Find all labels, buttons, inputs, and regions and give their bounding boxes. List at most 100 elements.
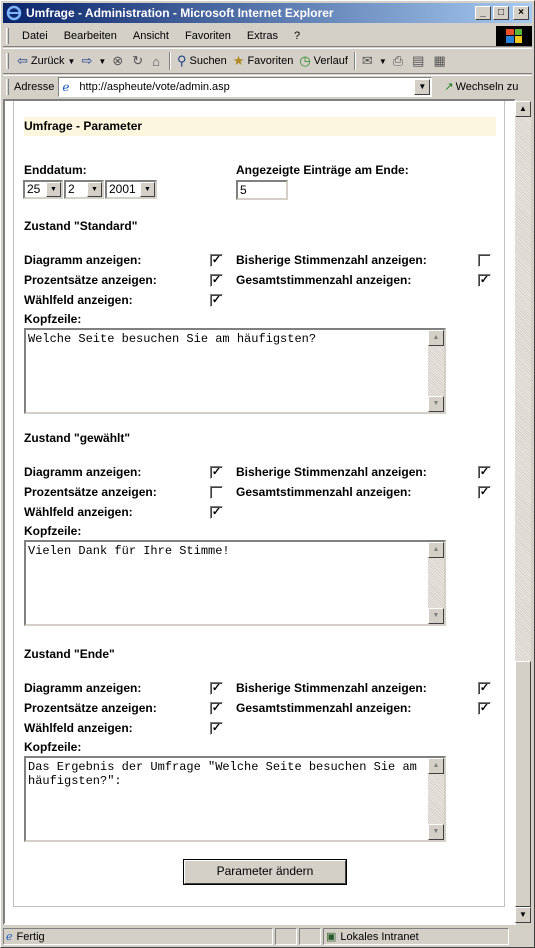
header-label: Kopfzeile: — [24, 740, 82, 754]
menu-help[interactable]: ? — [286, 30, 308, 42]
menu-tools[interactable]: Extras — [239, 30, 286, 42]
mail-icon: ✉ — [361, 53, 373, 68]
dropdown-arrow-icon[interactable]: ▼ — [68, 57, 76, 66]
intranet-icon: ▣ — [326, 931, 337, 943]
chart-label: Diagramm anzeigen: — [24, 465, 142, 479]
show-choice-checkbox-standard[interactable]: ✓ — [210, 294, 223, 307]
menu-edit[interactable]: Bearbeiten — [56, 30, 125, 42]
go-label: Wechseln zu — [455, 80, 519, 93]
percent-label: Prozentsätze anzeigen: — [24, 701, 157, 715]
header-label: Kopfzeile: — [24, 524, 82, 538]
end-day-select[interactable]: 25 ▼ — [23, 180, 63, 199]
show-total-votes-checkbox-standard[interactable]: ✓ — [478, 274, 491, 287]
end-year-select[interactable]: 2001 ▼ — [105, 180, 157, 199]
standard-toolbar: ⇦ Zurück ▼ ⇨ ▼ ⊗ ↻ ⌂ ⚲ Suchen ★ Favorite… — [3, 48, 532, 74]
show-percent-checkbox-end[interactable]: ✓ — [210, 702, 223, 715]
menu-view[interactable]: Ansicht — [125, 30, 177, 42]
scroll-down-button[interactable]: ▼ — [428, 608, 444, 624]
address-bar: Adresse ℯ http://aspheute/vote/admin.asp… — [3, 75, 532, 97]
change-parameters-button[interactable]: Parameter ändern — [184, 860, 346, 884]
show-total-votes-checkbox-end[interactable]: ✓ — [478, 702, 491, 715]
close-button[interactable]: × — [513, 6, 529, 20]
chevron-down-icon[interactable]: ▼ — [87, 182, 102, 197]
textarea-scrollbar[interactable]: ▲ ▼ — [428, 542, 444, 624]
show-choice-checkbox-end[interactable]: ✓ — [210, 722, 223, 735]
windows-logo-icon — [496, 25, 532, 46]
header-textarea-selected[interactable]: Vielen Dank für Ihre Stimme! ▲ ▼ — [24, 540, 446, 626]
scroll-down-button[interactable]: ▼ — [515, 907, 531, 923]
prev-votes-label: Bisherige Stimmenzahl anzeigen: — [236, 253, 427, 267]
stop-button[interactable]: ⊗ — [109, 50, 129, 72]
show-percent-checkbox-standard[interactable]: ✓ — [210, 274, 223, 287]
scroll-up-button[interactable]: ▲ — [428, 542, 444, 558]
forward-button[interactable]: ⇨ ▼ — [78, 50, 109, 72]
favorites-icon: ★ — [232, 53, 245, 68]
home-button[interactable]: ⌂ — [149, 50, 166, 72]
prev-votes-label: Bisherige Stimmenzahl anzeigen: — [236, 465, 427, 479]
show-chart-checkbox-end[interactable]: ✓ — [210, 682, 223, 695]
minimize-button[interactable]: _ — [475, 6, 491, 20]
history-button[interactable]: ◷ Verlauf — [296, 50, 351, 72]
entries-input[interactable]: 5 — [236, 180, 288, 200]
show-chart-checkbox-selected[interactable]: ✓ — [210, 466, 223, 479]
scroll-up-button[interactable]: ▲ — [428, 330, 444, 346]
print-button[interactable]: ⎙ — [390, 50, 409, 72]
home-icon: ⌂ — [152, 53, 160, 69]
end-day-value: 25 — [27, 182, 41, 196]
browser-window: Umfrage - Administration - Microsoft Int… — [0, 0, 535, 948]
dropdown-arrow-icon[interactable]: ▼ — [379, 57, 387, 66]
show-total-votes-checkbox-selected[interactable]: ✓ — [478, 486, 491, 499]
page-viewport: Umfrage - Parameter Enddatum: 25 ▼ 2 ▼ 2… — [3, 99, 516, 925]
address-label: Adresse — [14, 80, 55, 93]
end-month-select[interactable]: 2 ▼ — [64, 180, 104, 199]
menu-file[interactable]: Datei — [14, 30, 56, 42]
header-text: Welche Seite besuchen Sie am häufigsten? — [28, 332, 317, 346]
window-title: Umfrage - Administration - Microsoft Int… — [26, 6, 334, 20]
scroll-up-button[interactable]: ▲ — [428, 758, 444, 774]
history-icon: ◷ — [299, 53, 311, 68]
scroll-up-button[interactable]: ▲ — [515, 101, 531, 117]
address-dropdown-button[interactable]: ▼ — [414, 78, 431, 95]
go-arrow-icon: ↗ — [444, 81, 454, 93]
refresh-button[interactable]: ↻ — [129, 50, 149, 72]
favorites-button[interactable]: ★ Favoriten — [230, 50, 297, 72]
go-button[interactable]: ↗ Wechseln zu — [444, 80, 519, 94]
search-icon: ⚲ — [176, 53, 187, 68]
header-textarea-standard[interactable]: Welche Seite besuchen Sie am häufigsten?… — [24, 328, 446, 414]
textarea-scrollbar[interactable]: ▲ ▼ — [428, 758, 444, 840]
show-prev-votes-checkbox-end[interactable]: ✓ — [478, 682, 491, 695]
search-button[interactable]: ⚲ Suchen — [174, 50, 230, 72]
status-text: Fertig — [16, 930, 45, 943]
show-choice-checkbox-selected[interactable]: ✓ — [210, 506, 223, 519]
show-chart-checkbox-standard[interactable]: ✓ — [210, 254, 223, 267]
status-cell — [299, 928, 321, 945]
dropdown-arrow-icon[interactable]: ▼ — [98, 57, 106, 66]
page-icon: ℯ — [62, 79, 70, 94]
header-textarea-end[interactable]: Das Ergebnis der Umfrage "Welche Seite b… — [24, 756, 446, 842]
show-percent-checkbox-selected[interactable] — [210, 486, 223, 499]
edit-button[interactable]: ▤ — [409, 50, 430, 72]
back-button[interactable]: ⇦ Zurück ▼ — [14, 50, 78, 72]
mail-button[interactable]: ✉ ▼ — [359, 50, 390, 72]
scroll-thumb[interactable] — [515, 661, 531, 907]
show-prev-votes-checkbox-selected[interactable]: ✓ — [478, 466, 491, 479]
state-title-standard: Zustand "Standard" — [24, 219, 138, 233]
scroll-down-button[interactable]: ▼ — [428, 824, 444, 840]
page-scrollbar[interactable]: ▲ ▼ — [515, 101, 531, 923]
header-text: Das Ergebnis der Umfrage "Welche Seite b… — [28, 760, 425, 788]
textarea-scrollbar[interactable]: ▲ ▼ — [428, 330, 444, 412]
chevron-down-icon[interactable]: ▼ — [140, 182, 155, 197]
zone-text: Lokales Intranet — [340, 930, 419, 943]
stop-icon: ⊗ — [112, 53, 124, 68]
total-votes-label: Gesamtstimmenzahl anzeigen: — [236, 485, 412, 499]
menu-favorites[interactable]: Favoriten — [177, 30, 239, 42]
admin-panel: Umfrage - Parameter Enddatum: 25 ▼ 2 ▼ 2… — [13, 101, 505, 907]
discuss-button[interactable]: ▦ — [430, 50, 451, 72]
forward-arrow-icon: ⇨ — [81, 53, 93, 68]
chevron-down-icon[interactable]: ▼ — [46, 182, 61, 197]
scroll-down-button[interactable]: ▼ — [428, 396, 444, 412]
address-input[interactable]: ℯ http://aspheute/vote/admin.asp ▼ — [58, 76, 433, 97]
maximize-button[interactable]: □ — [493, 6, 509, 20]
page-done-icon: ℯ — [6, 931, 13, 943]
show-prev-votes-checkbox-standard[interactable] — [478, 254, 491, 267]
